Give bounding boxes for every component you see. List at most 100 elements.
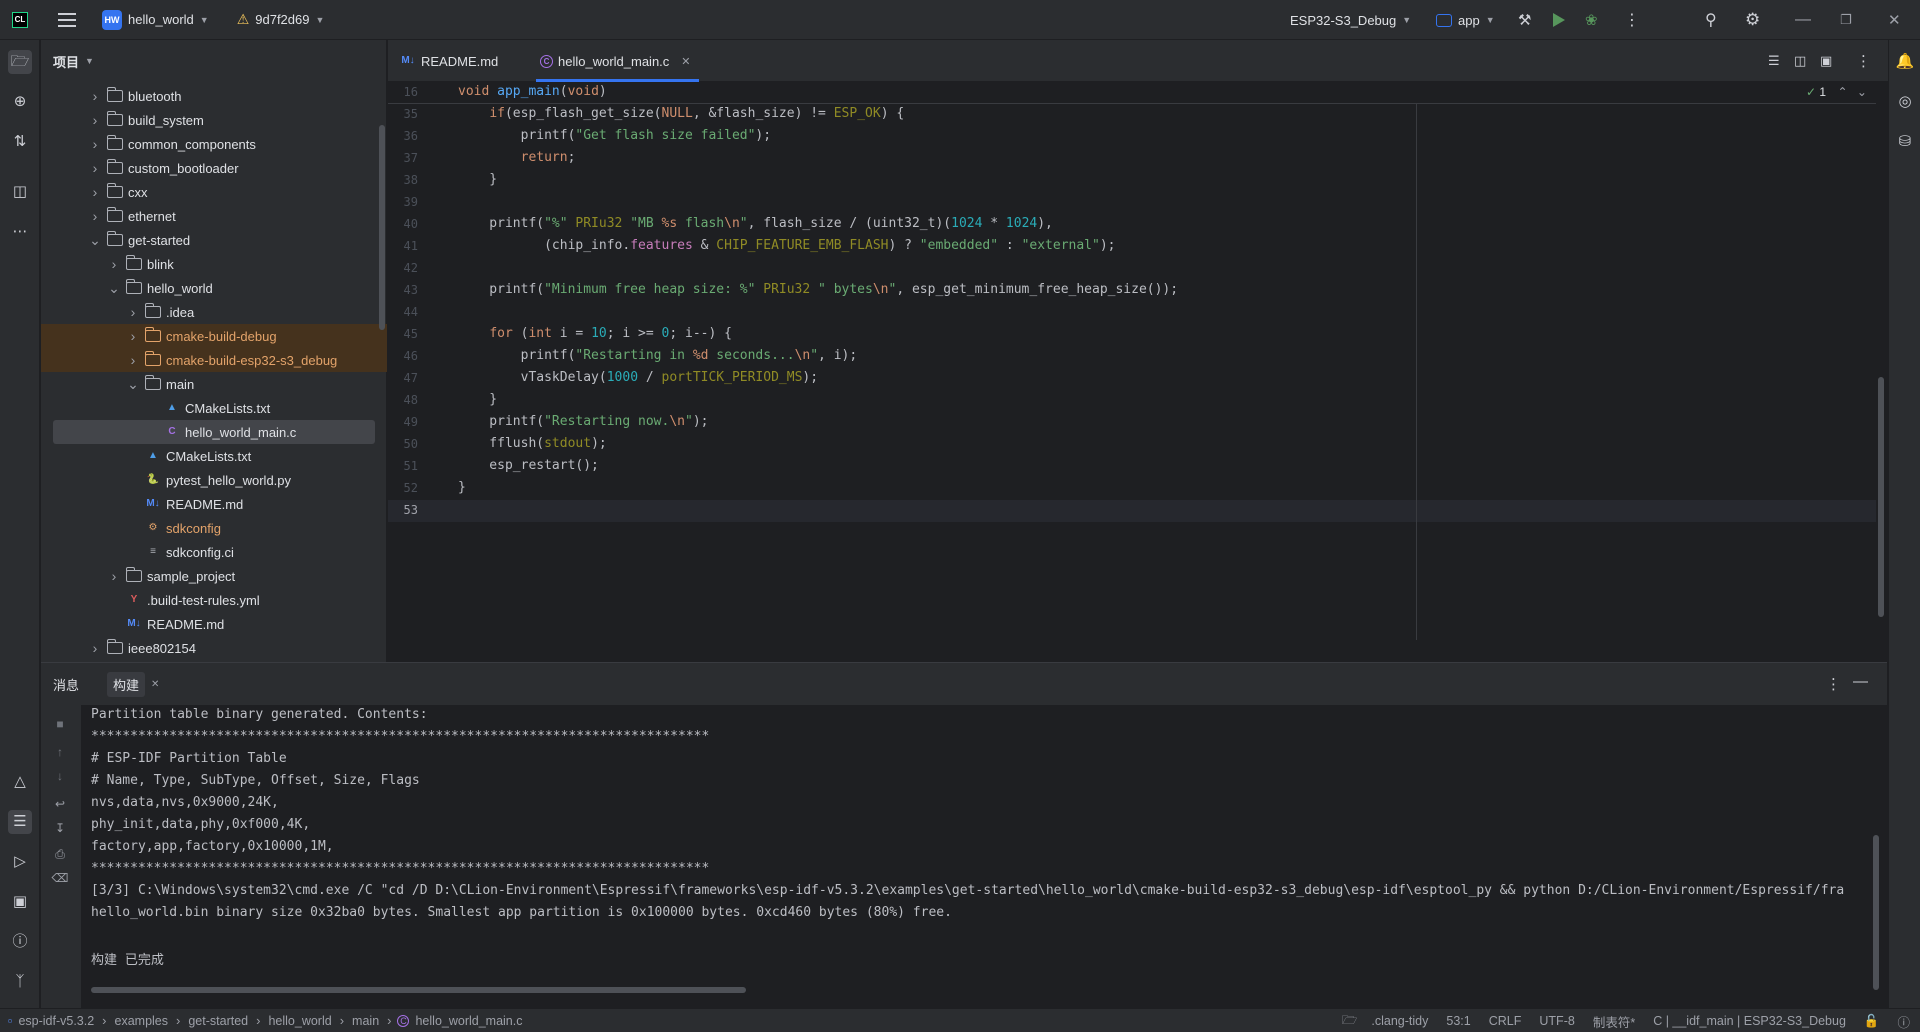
inspection-widget[interactable]: ✓ 1 ⌃ ⌄ xyxy=(1806,85,1867,99)
scroll-to-end-icon[interactable]: ↧ xyxy=(51,819,69,837)
breadcrumb-item[interactable]: esp-idf-v5.3.2 xyxy=(18,1014,94,1028)
tab-messages[interactable]: 消息 xyxy=(53,663,79,705)
clear-all-icon[interactable]: ⌫ xyxy=(51,869,69,887)
chevron-right-icon[interactable]: › xyxy=(89,160,101,176)
tree-item[interactable]: ⌄ hello_world xyxy=(41,276,387,300)
console-horizontal-scrollbar[interactable] xyxy=(91,987,746,993)
chevron-right-icon[interactable]: › xyxy=(127,352,139,368)
soft-wrap-icon[interactable]: ↩ xyxy=(51,795,69,813)
chevron-right-icon[interactable]: › xyxy=(108,256,120,272)
project-folder-icon[interactable]: 🗁 xyxy=(8,50,32,74)
notifications-bell-icon[interactable]: 🔔 xyxy=(1893,50,1917,74)
chevron-down-icon[interactable]: ⌄ xyxy=(89,232,101,249)
close-tab-icon[interactable]: ✕ xyxy=(151,679,159,690)
pull-requests-icon[interactable]: ⇅ xyxy=(8,130,32,154)
resolve-context[interactable]: C | __idf_main | ESP32-S3_Debug xyxy=(1653,1014,1846,1028)
close-tab-icon[interactable]: ✕ xyxy=(681,55,690,68)
structure-icon[interactable]: ◫ xyxy=(8,180,32,204)
target-selector[interactable]: app ▼ xyxy=(1436,0,1495,40)
breadcrumb-item[interactable]: examples xyxy=(115,1014,169,1028)
tab-hello-world-main[interactable]: C hello_world_main.c ✕ xyxy=(536,40,699,82)
more-actions-icon[interactable]: ⋮ xyxy=(1624,0,1640,40)
code-editor[interactable]: 35 if(esp_flash_get_size(NULL, &flash_si… xyxy=(388,82,1888,640)
tree-item[interactable]: ≡ sdkconfig.ci xyxy=(41,540,387,564)
project-scrollbar[interactable] xyxy=(379,125,385,330)
tree-item[interactable]: ⚙ sdkconfig xyxy=(41,516,387,540)
chevron-right-icon[interactable]: › xyxy=(89,136,101,152)
indent-style[interactable]: 制表符* xyxy=(1593,1012,1635,1031)
tree-item[interactable]: ▲ CMakeLists.txt xyxy=(41,396,387,420)
folder-icon[interactable]: 🗁 xyxy=(1342,1011,1358,1032)
chevron-down-icon[interactable]: ⌄ xyxy=(1857,85,1867,99)
tree-item[interactable]: › .idea xyxy=(41,300,387,324)
tree-item[interactable]: › ethernet xyxy=(41,204,387,228)
chevron-up-icon[interactable]: ⌃ xyxy=(1837,85,1847,99)
breadcrumb-item[interactable]: hello_world xyxy=(268,1014,331,1028)
editor-scrollbar[interactable] xyxy=(1878,377,1884,617)
chevron-right-icon[interactable]: › xyxy=(89,88,101,104)
tree-item[interactable]: › build_system xyxy=(41,108,387,132)
ai-assistant-icon[interactable]: ◎ xyxy=(1893,90,1917,114)
stop-icon[interactable]: ■ xyxy=(51,715,69,733)
tree-item[interactable]: › ieee802154 xyxy=(41,636,387,660)
chevron-down-icon[interactable]: ⌄ xyxy=(127,376,139,393)
database-icon[interactable]: ⛁ xyxy=(1893,130,1917,154)
chevron-right-icon[interactable]: › xyxy=(89,184,101,200)
git-branch-icon[interactable]: ᛉ xyxy=(8,970,32,994)
line-ending[interactable]: CRLF xyxy=(1489,1014,1522,1028)
build-hammer-icon[interactable]: ⚒ xyxy=(1518,0,1531,40)
reader-mode-icon[interactable]: ☰ xyxy=(1768,40,1780,82)
tree-item[interactable]: Y .build-test-rules.yml xyxy=(41,588,387,612)
run-button[interactable] xyxy=(1553,0,1565,40)
lock-icon[interactable]: 🔓 xyxy=(1864,1014,1880,1029)
tree-item[interactable]: ⌄ main xyxy=(41,372,387,396)
caret-position[interactable]: 53:1 xyxy=(1446,1014,1470,1028)
search-icon[interactable]: ⚲ xyxy=(1705,0,1717,40)
tree-item[interactable]: M↓ README.md xyxy=(41,612,387,636)
vcs-branch-widget[interactable]: ⚠ 9d7f2d69 ▼ xyxy=(209,0,325,40)
debug-bug-icon[interactable]: ❀ xyxy=(1585,0,1598,40)
restore-window-icon[interactable]: ❐ xyxy=(1840,0,1852,40)
tree-item[interactable]: › cxx xyxy=(41,180,387,204)
tab-readme[interactable]: M↓ README.md xyxy=(400,40,498,82)
chevron-right-icon[interactable]: › xyxy=(89,208,101,224)
main-menu-icon[interactable] xyxy=(58,12,76,27)
split-editor-icon[interactable]: ◫ xyxy=(1794,40,1806,82)
more-tools-icon[interactable]: ⋯ xyxy=(8,220,32,244)
problems-icon[interactable]: ⓘ xyxy=(8,930,32,954)
clang-tidy-widget[interactable]: .clang-tidy xyxy=(1371,1014,1428,1028)
tree-item[interactable]: ⌄ get-started xyxy=(41,228,387,252)
preview-icon[interactable]: ▣ xyxy=(1820,40,1832,82)
tree-item[interactable]: M↓ README.md xyxy=(41,492,387,516)
hide-panel-icon[interactable]: — xyxy=(1853,673,1868,690)
minimize-window-icon[interactable]: — xyxy=(1795,0,1811,40)
run-config-selector[interactable]: ESP32-S3_Debug ▼ xyxy=(1290,0,1411,40)
chevron-right-icon[interactable]: › xyxy=(127,304,139,320)
tree-item[interactable]: Chello_world_main.c xyxy=(53,420,375,444)
breadcrumb-item[interactable]: main xyxy=(352,1014,379,1028)
tab-build[interactable]: 构建 ✕ xyxy=(107,663,159,705)
tree-item[interactable]: › blink xyxy=(41,252,387,276)
console-vertical-scrollbar[interactable] xyxy=(1873,835,1879,990)
chevron-right-icon[interactable]: › xyxy=(108,568,120,584)
tree-item[interactable]: › custom_bootloader xyxy=(41,156,387,180)
problems-triangle-icon[interactable]: △ xyxy=(8,770,32,794)
sticky-scroll-header[interactable]: 16 void app_main(void) ✓ 1 ⌃ ⌄ xyxy=(388,82,1876,104)
breadcrumb-item[interactable]: hello_world_main.c xyxy=(415,1014,522,1028)
services-icon[interactable]: ▷ xyxy=(8,850,32,874)
tree-item[interactable]: ▲ CMakeLists.txt xyxy=(41,444,387,468)
tree-item[interactable]: › cmake-build-esp32-s3_debug xyxy=(41,348,387,372)
build-console[interactable]: ■ ↑ ↓ ↩ ↧ ⎙ ⌫ Partition table binary gen… xyxy=(41,705,1887,1009)
panel-options-icon[interactable]: ⋮ xyxy=(1826,675,1841,693)
editor-more-icon[interactable]: ⋮ xyxy=(1856,40,1871,82)
project-switcher[interactable]: HW hello_world ▼ xyxy=(76,0,209,40)
breadcrumb-item[interactable]: get-started xyxy=(188,1014,248,1028)
chevron-right-icon[interactable]: › xyxy=(89,112,101,128)
print-icon[interactable]: ⎙ xyxy=(51,845,69,863)
chevron-right-icon[interactable]: › xyxy=(127,328,139,344)
chevron-down-icon[interactable]: ⌄ xyxy=(108,280,120,297)
tree-item[interactable]: › bluetooth xyxy=(41,84,387,108)
memory-indicator-icon[interactable]: ⓘ xyxy=(1897,1012,1910,1031)
chevron-right-icon[interactable]: › xyxy=(89,640,101,656)
terminal-icon[interactable]: ▣ xyxy=(8,890,32,914)
